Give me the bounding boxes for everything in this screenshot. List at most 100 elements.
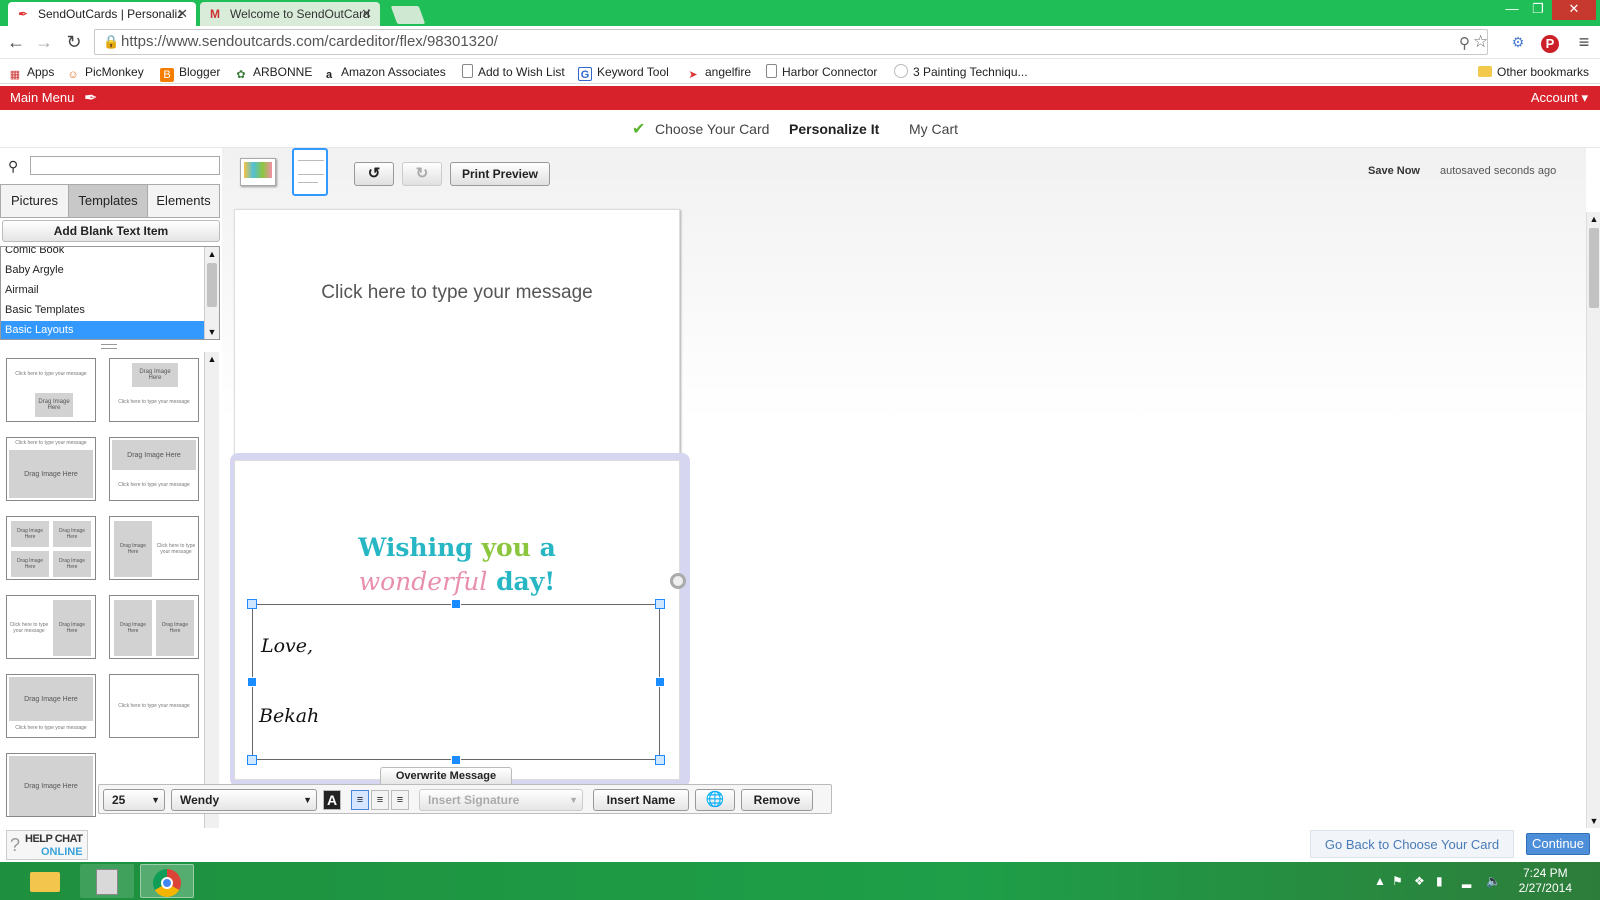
step-choose-your-card[interactable]: Choose Your Card: [655, 121, 769, 137]
system-clock[interactable]: 7:24 PM 2/27/2014: [1519, 866, 1572, 896]
undo-button[interactable]: ↺: [354, 162, 394, 186]
tab-elements[interactable]: Elements: [147, 184, 220, 218]
selected-text-box[interactable]: Love, Bekah: [252, 604, 660, 760]
pinterest-icon[interactable]: P: [1538, 30, 1562, 54]
template-thumbnail[interactable]: Click here to type your message Drag Ima…: [6, 437, 96, 501]
new-tab-button[interactable]: [390, 6, 426, 24]
resize-handle-n[interactable]: [451, 599, 461, 609]
insert-signature-select[interactable]: Insert Signature ▼: [419, 789, 583, 811]
tab-templates[interactable]: Templates: [68, 184, 148, 218]
message-placeholder[interactable]: Click here to type your message: [235, 282, 679, 304]
help-chat-button[interactable]: ? HELP CHAT ONLINE: [6, 830, 88, 860]
step-my-cart[interactable]: My Cart: [909, 121, 958, 137]
show-hidden-icons-icon[interactable]: ▲: [1374, 874, 1386, 888]
scroll-up-icon[interactable]: ▲: [1587, 212, 1600, 226]
overwrite-message-button[interactable]: Overwrite Message: [380, 767, 512, 785]
add-blank-text-item-button[interactable]: Add Blank Text Item: [2, 220, 220, 242]
template-thumbnail[interactable]: Drag Image Here Drag Image Here Drag Ima…: [6, 516, 96, 580]
file-explorer-icon[interactable]: [18, 864, 72, 898]
browser-tab-sendoutcards[interactable]: ✒ SendOutCards | Personaliz ✕: [8, 2, 196, 26]
template-thumbnail[interactable]: Drag Image Here Drag Image Here: [109, 595, 199, 659]
bookmark-other-bookmarks[interactable]: Other bookmarks: [1478, 62, 1589, 82]
page-scrollbar[interactable]: ▲ ▼: [1586, 212, 1600, 828]
close-window-icon[interactable]: ✕: [1552, 0, 1596, 20]
bookmark-add-to-wish-list[interactable]: Add to Wish List: [462, 62, 565, 82]
resize-handle-s[interactable]: [451, 755, 461, 765]
network-icon[interactable]: ▂: [1462, 874, 1471, 888]
resize-handle-w[interactable]: [247, 677, 257, 687]
chrome-menu-icon[interactable]: ≡: [1572, 30, 1596, 54]
language-globe-button[interactable]: 🌐: [695, 789, 735, 811]
bookmark-harbor-connector[interactable]: Harbor Connector: [766, 62, 877, 82]
template-thumbnail[interactable]: Click here to type your message Drag Ima…: [6, 595, 96, 659]
address-bar[interactable]: 🔒 https://www.sendoutcards.com/cardedito…: [94, 29, 1488, 55]
forward-arrow-icon[interactable]: →: [32, 30, 56, 54]
list-item[interactable]: Basic Templates: [1, 301, 205, 321]
font-family-select[interactable]: Wendy ▼: [171, 789, 317, 811]
extension-icon[interactable]: ⚙: [1506, 30, 1530, 54]
bookmark-angelfire[interactable]: ➤ angelfire: [686, 62, 751, 82]
back-arrow-icon[interactable]: ←: [4, 30, 28, 54]
redo-button[interactable]: ↻: [402, 162, 442, 186]
scroll-down-icon[interactable]: ▼: [205, 325, 219, 339]
font-size-select[interactable]: 25 ▼: [103, 789, 165, 811]
bookmark-picmonkey[interactable]: ☺ PicMonkey: [66, 62, 143, 82]
bookmark-amazon-associates[interactable]: a Amazon Associates: [322, 62, 446, 82]
list-item-selected[interactable]: Basic Layouts: [1, 321, 205, 339]
search-input[interactable]: [30, 156, 220, 175]
bookmark-apps[interactable]: ▦ Apps: [8, 62, 55, 82]
align-left-icon[interactable]: ≡: [351, 790, 369, 810]
template-thumbnail[interactable]: Drag Image Here: [6, 753, 96, 817]
scroll-down-icon[interactable]: ▼: [1587, 814, 1600, 828]
resize-handle-se[interactable]: [655, 755, 665, 765]
dropbox-icon[interactable]: ❖: [1414, 874, 1425, 888]
minimize-window-icon[interactable]: —: [1500, 0, 1524, 20]
reload-icon[interactable]: ↻: [62, 30, 86, 54]
search-zoom-icon[interactable]: ⚲: [1459, 34, 1470, 52]
browser-tab-gmail[interactable]: M Welcome to SendOutCard ✕: [200, 2, 380, 26]
template-thumbnail[interactable]: Click here to type your message Drag Ima…: [6, 358, 96, 422]
card-top-panel[interactable]: Click here to type your message: [234, 209, 680, 459]
template-thumbnail[interactable]: Drag Image Here Click here to type your …: [109, 437, 199, 501]
template-thumbnail[interactable]: Drag Image Here Click here to type your …: [109, 516, 199, 580]
card-front-thumbnail[interactable]: [240, 158, 276, 186]
volume-icon[interactable]: 🔈: [1486, 874, 1501, 888]
scroll-thumb[interactable]: [1589, 228, 1599, 308]
rotate-handle-icon[interactable]: [670, 573, 686, 589]
save-now-link[interactable]: Save Now: [1368, 165, 1420, 177]
resize-handle-nw[interactable]: [247, 599, 257, 609]
resize-handle-e[interactable]: [655, 677, 665, 687]
bookmark-arbonne[interactable]: ✿ ARBONNE: [234, 62, 312, 82]
calculator-icon[interactable]: [80, 864, 134, 898]
battery-icon[interactable]: ▮: [1436, 874, 1443, 888]
scroll-up-icon[interactable]: ▲: [205, 352, 219, 366]
resize-grip-icon[interactable]: [101, 344, 117, 349]
restore-window-icon[interactable]: ❐: [1526, 0, 1550, 20]
template-thumbnail[interactable]: Drag Image Here Click here to type your …: [6, 674, 96, 738]
continue-button[interactable]: Continue: [1526, 833, 1590, 855]
scroll-up-icon[interactable]: ▲: [205, 247, 219, 261]
card-inside-thumbnail[interactable]: [292, 148, 328, 196]
text-color-button[interactable]: A: [323, 790, 341, 810]
remove-button[interactable]: Remove: [741, 789, 813, 811]
template-thumbnail[interactable]: Click here to type your message: [109, 674, 199, 738]
tab-pictures[interactable]: Pictures: [0, 184, 69, 218]
account-menu[interactable]: Account ▾: [1531, 90, 1588, 106]
bookmark-painting-techniques[interactable]: 3 Painting Techniqu...: [894, 62, 1028, 82]
main-menu-link[interactable]: Main Menu: [10, 90, 74, 105]
list-item[interactable]: Comic Book: [1, 247, 205, 261]
bookmark-star-icon[interactable]: ☆: [1473, 32, 1488, 52]
close-tab-icon[interactable]: ✕: [177, 2, 188, 26]
align-center-icon[interactable]: ≡: [371, 790, 389, 810]
close-tab-icon[interactable]: ✕: [361, 2, 372, 26]
resize-handle-ne[interactable]: [655, 599, 665, 609]
go-back-to-choose-card-link[interactable]: Go Back to Choose Your Card: [1310, 830, 1514, 858]
flag-icon[interactable]: ⚑: [1392, 874, 1403, 888]
chrome-icon[interactable]: [140, 864, 194, 898]
bookmark-blogger[interactable]: B Blogger: [160, 62, 220, 82]
list-item[interactable]: Baby Argyle: [1, 261, 205, 281]
list-item[interactable]: Airmail: [1, 281, 205, 301]
thumbnail-scrollbar[interactable]: ▲: [204, 352, 219, 828]
bookmark-keyword-tool[interactable]: G Keyword Tool: [578, 62, 669, 82]
template-thumbnail[interactable]: Drag Image Here Click here to type your …: [109, 358, 199, 422]
